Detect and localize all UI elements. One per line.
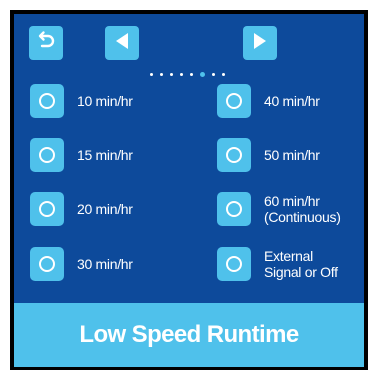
page-dot (222, 73, 225, 76)
page-dot-active (200, 72, 205, 77)
page-dot (170, 73, 173, 76)
radio-checkbox[interactable] (217, 138, 251, 172)
radio-ring-icon (226, 256, 242, 272)
undo-arrow-icon (35, 30, 57, 57)
page-indicator (150, 72, 225, 77)
option-30-min-hr[interactable]: 30 min/hr (30, 247, 133, 281)
radio-ring-icon (39, 147, 55, 163)
radio-ring-icon (226, 147, 242, 163)
radio-checkbox[interactable] (30, 138, 64, 172)
option-label: 40 min/hr (264, 93, 320, 109)
option-50-min-hr[interactable]: 50 min/hr (217, 138, 320, 172)
back-button[interactable] (29, 26, 63, 60)
option-60-min-hr-continuous[interactable]: 60 min/hr (Continuous) (217, 192, 341, 226)
radio-checkbox[interactable] (30, 247, 64, 281)
option-label: 50 min/hr (264, 147, 320, 163)
radio-ring-icon (39, 93, 55, 109)
option-label: 10 min/hr (77, 93, 133, 109)
radio-ring-icon (226, 93, 242, 109)
radio-checkbox[interactable] (30, 84, 64, 118)
radio-ring-icon (39, 256, 55, 272)
radio-ring-icon (39, 201, 55, 217)
option-external-signal-or-off[interactable]: External Signal or Off (217, 247, 338, 281)
radio-ring-icon (226, 201, 242, 217)
page-dot (160, 73, 163, 76)
option-10-min-hr[interactable]: 10 min/hr (30, 84, 133, 118)
page-dot (190, 73, 193, 76)
radio-checkbox[interactable] (217, 247, 251, 281)
option-label: External Signal or Off (264, 248, 338, 280)
radio-checkbox[interactable] (217, 192, 251, 226)
option-label: 15 min/hr (77, 147, 133, 163)
radio-checkbox[interactable] (30, 192, 64, 226)
triangle-right-icon (251, 31, 269, 56)
radio-checkbox[interactable] (217, 84, 251, 118)
option-label: 30 min/hr (77, 256, 133, 272)
next-page-button[interactable] (243, 26, 277, 60)
triangle-left-icon (113, 31, 131, 56)
page-dot (150, 73, 153, 76)
option-15-min-hr[interactable]: 15 min/hr (30, 138, 133, 172)
option-40-min-hr[interactable]: 40 min/hr (217, 84, 320, 118)
option-label: 20 min/hr (77, 201, 133, 217)
screen-title: Low Speed Runtime (79, 321, 299, 348)
previous-page-button[interactable] (105, 26, 139, 60)
title-bar: Low Speed Runtime (14, 303, 364, 367)
option-label: 60 min/hr (Continuous) (264, 193, 341, 225)
page-dot (212, 73, 215, 76)
page-dot (180, 73, 183, 76)
option-20-min-hr[interactable]: 20 min/hr (30, 192, 133, 226)
